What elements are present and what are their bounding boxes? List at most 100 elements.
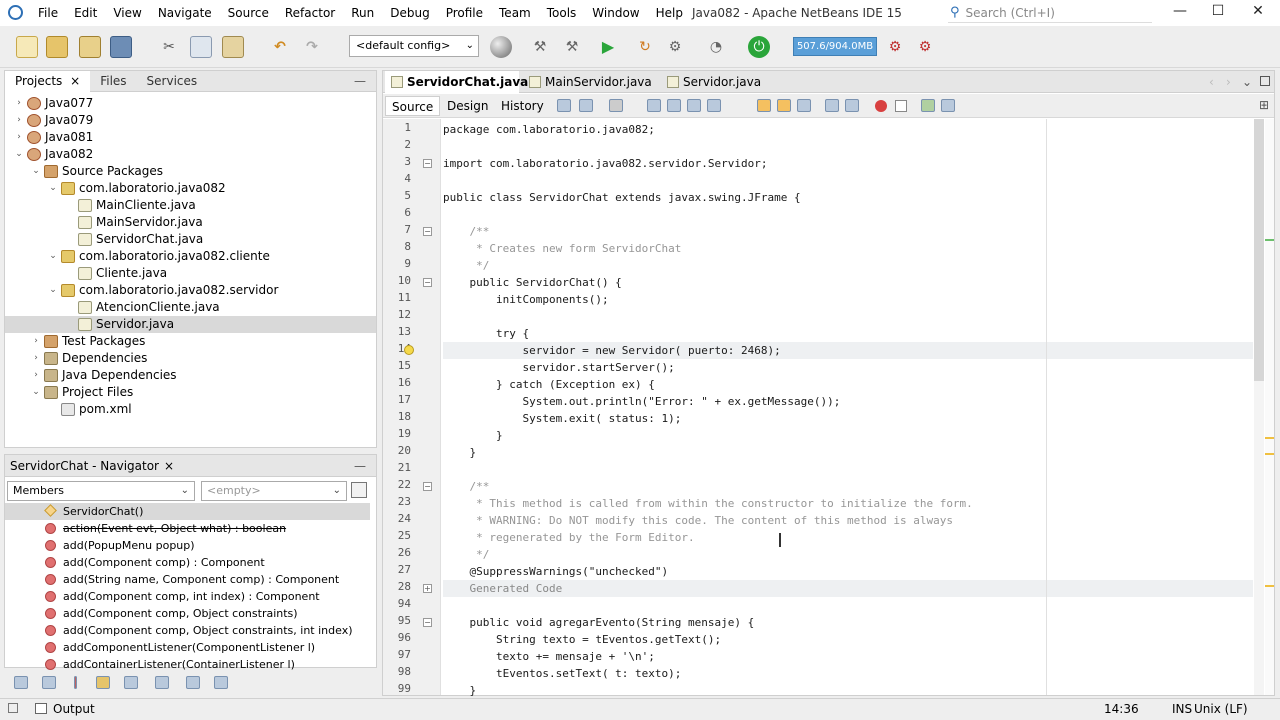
menu-item-window[interactable]: Window — [584, 6, 647, 20]
collapse-fold-icon[interactable]: − — [423, 227, 432, 236]
configuration-select[interactable]: <default config> ⌄ — [349, 35, 479, 57]
tree-item[interactable]: ⌄ com.laboratorio.java082 — [5, 180, 376, 197]
warning-mark[interactable] — [1265, 585, 1274, 587]
find-next-icon[interactable] — [687, 99, 701, 112]
find-icon[interactable] — [647, 99, 661, 112]
members-filter-select[interactable]: Members ⌄ — [7, 481, 195, 501]
gc-icon[interactable]: ⚙ — [884, 36, 906, 58]
tree-item[interactable]: › Java081 — [5, 129, 376, 146]
run-icon[interactable]: ▶ — [597, 36, 619, 58]
find-selection-icon[interactable] — [707, 99, 721, 112]
record-macro-icon[interactable] — [875, 100, 887, 112]
tree-item[interactable]: ⌄ Java082 — [5, 146, 376, 163]
new-project-icon[interactable] — [46, 36, 68, 58]
collapse-icon[interactable]: ⌄ — [47, 180, 59, 197]
close-window-button[interactable]: ✕ — [1248, 3, 1268, 23]
open-project-icon[interactable] — [79, 36, 101, 58]
filter-divider-icon[interactable] — [74, 676, 77, 689]
expand-icon[interactable]: › — [30, 367, 42, 384]
tree-item[interactable]: Cliente.java — [5, 265, 376, 282]
expand-icon[interactable]: › — [30, 350, 42, 367]
menu-item-refactor[interactable]: Refactor — [277, 6, 343, 20]
tree-item[interactable]: ⌄ Source Packages — [5, 163, 376, 180]
navigator-member[interactable]: ServidorChat() — [5, 503, 370, 520]
tree-item[interactable]: › Dependencies — [5, 350, 376, 367]
maximize-button[interactable]: ☐ — [1208, 3, 1228, 23]
debug-icon[interactable]: ⚙ — [664, 36, 686, 58]
code-area[interactable]: package com.laboratorio.java082; import c… — [443, 119, 1255, 697]
scroll-tabs-right-icon[interactable]: › — [1226, 75, 1231, 89]
collapse-fold-icon[interactable]: − — [423, 482, 432, 491]
menu-item-help[interactable]: Help — [648, 6, 691, 20]
tree-item[interactable]: › Java079 — [5, 112, 376, 129]
change-mark[interactable] — [1265, 239, 1274, 241]
navigator-member[interactable]: add(Component comp, int index) : Compone… — [5, 588, 370, 605]
navigator-member[interactable]: add(Component comp, Object constraints) — [5, 605, 370, 622]
save-all-icon[interactable] — [110, 36, 132, 58]
back-icon[interactable] — [579, 99, 593, 112]
comment-icon[interactable] — [921, 99, 935, 112]
navigator-member[interactable]: add(Component comp) : Component — [5, 554, 370, 571]
expand-icon[interactable]: › — [13, 95, 25, 112]
menu-item-debug[interactable]: Debug — [382, 6, 437, 20]
collapse-fold-icon[interactable]: − — [423, 618, 432, 627]
navigator-member[interactable]: addComponentListener(ComponentListener l… — [5, 639, 370, 656]
previous-bookmark-icon[interactable] — [757, 99, 771, 112]
menu-item-run[interactable]: Run — [343, 6, 382, 20]
tree-item[interactable]: › Test Packages — [5, 333, 376, 350]
chevron-down-icon[interactable]: ⌄ — [1242, 75, 1252, 89]
tab-files[interactable]: Files — [90, 71, 136, 92]
menu-item-tools[interactable]: Tools — [539, 6, 585, 20]
line-endings[interactable]: Unix (LF) — [1194, 702, 1248, 716]
maximize-editor-icon[interactable] — [1260, 76, 1270, 86]
paste-icon[interactable] — [222, 36, 244, 58]
tree-item[interactable]: MainServidor.java — [5, 214, 376, 231]
find-previous-icon[interactable] — [667, 99, 681, 112]
redo-icon[interactable]: ↷ — [301, 36, 323, 58]
shift-right-icon[interactable] — [845, 99, 859, 112]
tree-item[interactable]: pom.xml — [5, 401, 376, 418]
filter-nonpublic-icon[interactable] — [96, 676, 110, 689]
tab-servidor[interactable]: Servidor.java × — [661, 71, 771, 111]
expand-icon[interactable]: › — [13, 129, 25, 146]
source-mode-button[interactable]: Source — [385, 96, 441, 116]
minimize-button[interactable]: — — [1170, 3, 1190, 23]
collapse-icon[interactable]: ⌄ — [30, 384, 42, 401]
menu-item-edit[interactable]: Edit — [66, 6, 105, 20]
secondary-filter-select[interactable]: <empty> ⌄ — [201, 481, 347, 501]
tree-item[interactable]: ⌄ com.laboratorio.java082.servidor — [5, 282, 376, 299]
panel-settings-icon[interactable] — [351, 482, 367, 498]
collapse-fold-icon[interactable]: − — [423, 278, 432, 287]
copy-icon[interactable] — [190, 36, 212, 58]
collapse-icon[interactable]: ⌄ — [13, 146, 25, 163]
filter-fields-icon[interactable] — [14, 676, 28, 689]
clean-build-icon[interactable]: ⚒ — [561, 36, 583, 58]
collapse-icon[interactable]: ⌄ — [30, 163, 42, 180]
navigator-member[interactable]: add(String name, Component comp) : Compo… — [5, 571, 370, 588]
next-bookmark-icon[interactable] — [777, 99, 791, 112]
menu-item-team[interactable]: Team — [491, 6, 539, 20]
tab-services[interactable]: Services — [137, 71, 208, 92]
close-icon[interactable]: × — [70, 74, 80, 88]
uncomment-icon[interactable] — [941, 99, 955, 112]
tab-projects[interactable]: Projects × — [5, 70, 91, 92]
collapse-icon[interactable]: ⌄ — [47, 282, 59, 299]
memory-indicator[interactable]: 507.6/904.0MB — [793, 37, 877, 56]
collapse-fold-icon[interactable]: − — [423, 159, 432, 168]
search-box[interactable]: ⚲ Search (Ctrl+I) — [948, 3, 1152, 23]
menu-item-navigate[interactable]: Navigate — [150, 6, 220, 20]
menu-item-file[interactable]: File — [30, 6, 66, 20]
split-editor-icon[interactable]: ⊞ — [1259, 98, 1269, 112]
minimize-panel-icon[interactable]: — — [354, 74, 366, 88]
scroll-tabs-left-icon[interactable]: ‹ — [1209, 75, 1214, 89]
sort-source-icon[interactable] — [214, 676, 228, 689]
caret-position[interactable]: 14:36 — [1104, 702, 1139, 716]
menu-item-source[interactable]: Source — [220, 6, 277, 20]
undo-icon[interactable]: ↶ — [269, 36, 291, 58]
filter-static-icon[interactable] — [42, 676, 56, 689]
last-edit-icon[interactable] — [557, 99, 571, 112]
collapse-icon[interactable]: ⌄ — [47, 248, 59, 265]
sort-icon[interactable] — [155, 676, 169, 689]
warning-mark[interactable] — [1265, 437, 1274, 439]
sort-alpha-icon[interactable] — [186, 676, 200, 689]
